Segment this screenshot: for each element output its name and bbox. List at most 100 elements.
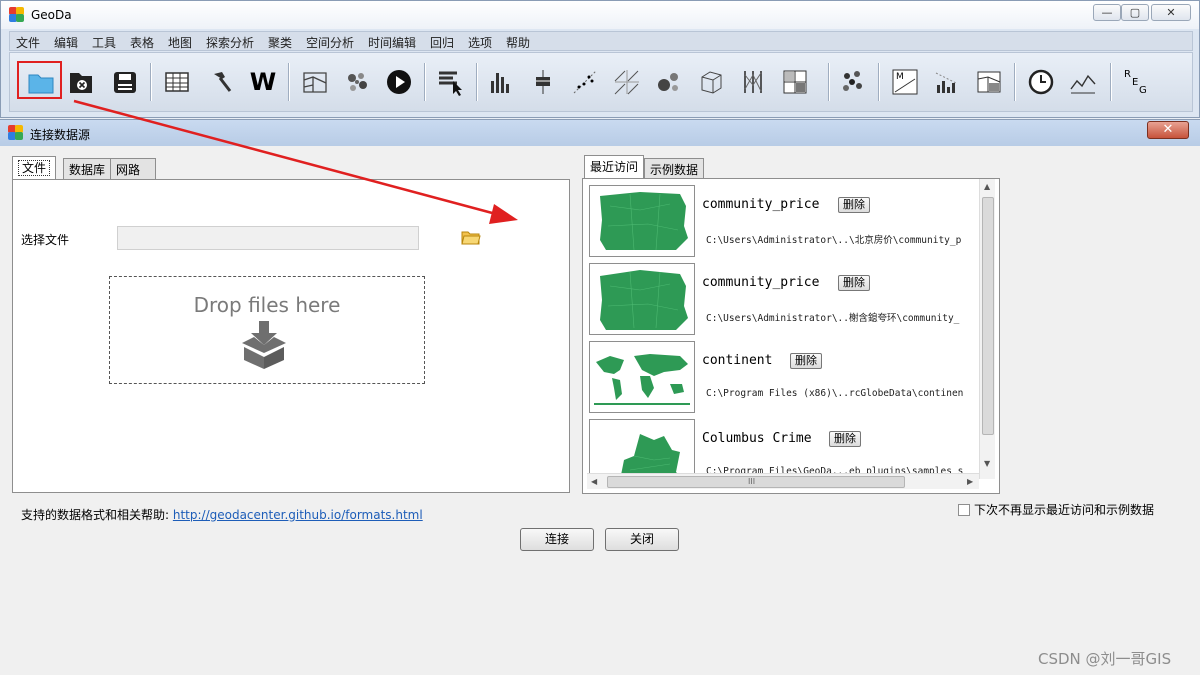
delete-button[interactable]: 删除 [790, 353, 822, 369]
select-icon[interactable] [436, 67, 466, 97]
delete-button[interactable]: 删除 [838, 197, 870, 213]
minimize-button[interactable]: — [1093, 4, 1121, 21]
recent-name: Columbus Crime [702, 431, 812, 446]
menu-table[interactable]: 表格 [130, 34, 154, 51]
histogram-icon[interactable] [486, 67, 516, 97]
cube-icon[interactable] [696, 67, 726, 97]
dialog-title-bar: 连接数据源 ✕ [0, 120, 1200, 146]
recent-name: community_price [702, 275, 820, 290]
main-window: GeoDa — ▢ ✕ 文件 编辑 工具 表格 地图 探索分析 聚类 空间分析 … [0, 0, 1200, 118]
menu-help[interactable]: 帮助 [506, 34, 530, 51]
conditional-map-icon[interactable] [780, 67, 810, 97]
svg-text:M: M [896, 72, 904, 82]
tab-recent[interactable]: 最近访问 [584, 155, 645, 178]
menu-map[interactable]: 地图 [168, 34, 192, 51]
checkbox-icon[interactable] [958, 504, 970, 516]
menu-options[interactable]: 选项 [468, 34, 492, 51]
scroll-right-icon[interactable]: ▶ [967, 477, 973, 486]
drop-zone[interactable]: Drop files here [109, 276, 425, 384]
menu-edit[interactable]: 编辑 [54, 34, 78, 51]
recent-item[interactable]: continent 删除 C:\Program Files (x86)\..rc… [589, 341, 971, 415]
menu-explore[interactable]: 探索分析 [206, 34, 254, 51]
formats-help-link[interactable]: http://geodacenter.github.io/formats.htm… [173, 508, 423, 522]
vertical-scroll-thumb[interactable] [982, 197, 994, 435]
file-path-input[interactable] [117, 226, 419, 250]
close-window-button[interactable]: ✕ [1151, 4, 1191, 21]
vertical-scrollbar[interactable]: ▲ ▼ [979, 179, 995, 479]
connect-button[interactable]: 连接 [520, 528, 594, 551]
menu-cluster[interactable]: 聚类 [268, 34, 292, 51]
close-file-icon[interactable] [66, 67, 96, 97]
map-thumbnail [589, 263, 695, 335]
bubble-icon[interactable] [654, 67, 684, 97]
dialog-close-button[interactable]: ✕ [1147, 121, 1189, 139]
regression-icon[interactable]: R E G [1120, 67, 1150, 97]
map-thumbnail [589, 341, 695, 413]
scroll-left-icon[interactable]: ◀ [591, 477, 597, 486]
recent-item[interactable]: Columbus Crime 删除 C:\Program Files\GeoDa… [589, 419, 971, 475]
menu-regression[interactable]: 回归 [430, 34, 454, 51]
parallel-coords-icon[interactable] [738, 67, 768, 97]
open-button-highlight [17, 61, 62, 99]
recent-name: continent [702, 353, 773, 368]
recent-item[interactable]: community_price 删除 C:\Users\Administrato… [589, 263, 971, 337]
hammer-icon[interactable] [206, 67, 236, 97]
clock-icon[interactable] [1026, 67, 1056, 97]
map-icon[interactable] [300, 67, 330, 97]
window-title: GeoDa [31, 8, 72, 22]
recent-name: community_price [702, 197, 820, 212]
scroll-grip-icon: III [748, 477, 756, 486]
recent-path: C:\Users\Administrator\..\北京房价\community… [706, 235, 962, 246]
drop-box-icon [238, 319, 290, 369]
close-button[interactable]: 关闭 [605, 528, 679, 551]
maximize-button[interactable]: ▢ [1121, 4, 1149, 21]
horizontal-scroll-thumb[interactable]: III [607, 476, 905, 488]
weights-icon[interactable]: W [248, 67, 278, 97]
geoda-logo-icon [9, 7, 25, 23]
boxplot-icon[interactable] [528, 67, 558, 97]
line-chart-icon[interactable] [1068, 67, 1098, 97]
tab-sample-data[interactable]: 示例数据 [644, 158, 705, 179]
scroll-up-icon[interactable]: ▲ [984, 182, 990, 191]
map-thumbnail [589, 419, 695, 475]
recent-path: C:\Program Files (x86)\..rcGlobeData\con… [706, 388, 964, 399]
drop-files-text: Drop files here [193, 293, 341, 317]
connect-datasource-dialog: 连接数据源 ✕ 文件 数据库 网路 选择文件 Drop files here 支… [0, 119, 1200, 675]
browse-folder-icon[interactable] [461, 228, 481, 246]
menu-bar: 文件 编辑 工具 表格 地图 探索分析 聚类 空间分析 时间编辑 回归 选项 帮… [9, 31, 1193, 51]
menu-tools[interactable]: 工具 [92, 34, 116, 51]
scatter-icon[interactable] [570, 67, 600, 97]
dialog-title: 连接数据源 [30, 128, 91, 142]
menu-spatial-analysis[interactable]: 空间分析 [306, 34, 354, 51]
help-text: 支持的数据格式和相关帮助: http://geodacenter.github.… [21, 508, 423, 522]
tab-web[interactable]: 网路 [110, 158, 156, 179]
tab-file[interactable]: 文件 [12, 156, 57, 179]
local-g-icon[interactable] [974, 67, 1004, 97]
tab-database[interactable]: 数据库 [63, 158, 112, 179]
file-tab-panel: 选择文件 Drop files here 支持的数据格式和相关帮助: http:… [12, 179, 570, 522]
watermark: CSDN @刘一哥GIS [1038, 650, 1172, 668]
choose-file-label: 选择文件 [21, 233, 70, 247]
recent-item[interactable]: community_price 删除 C:\Users\Administrato… [589, 185, 971, 259]
moran-icon[interactable]: M [890, 67, 920, 97]
menu-time-editor[interactable]: 时间编辑 [368, 34, 416, 51]
lisa-icon[interactable] [932, 67, 962, 97]
play-icon[interactable] [384, 67, 414, 97]
geoda-logo-icon [8, 125, 24, 141]
map-thumbnail [589, 185, 695, 257]
table-icon[interactable] [162, 67, 192, 97]
save-icon[interactable] [110, 67, 140, 97]
recent-path: C:\Users\Administrator\..榭含鎴夸环\community… [706, 313, 960, 324]
menu-file[interactable]: 文件 [16, 34, 40, 51]
dont-show-checkbox[interactable]: 下次不再显示最近访问和示例数据 [958, 501, 1154, 518]
delete-button[interactable]: 删除 [838, 275, 870, 291]
cluster-icon[interactable] [838, 67, 868, 97]
recent-files-panel: community_price 删除 C:\Users\Administrato… [582, 178, 1000, 494]
delete-button[interactable]: 删除 [829, 431, 861, 447]
cartogram-icon[interactable] [342, 67, 372, 97]
scroll-down-icon[interactable]: ▼ [984, 459, 990, 468]
title-bar: GeoDa — ▢ ✕ [1, 1, 1199, 29]
horizontal-scrollbar[interactable]: ◀ III ▶ [587, 473, 979, 489]
scatter-matrix-icon[interactable] [612, 67, 642, 97]
toolbar: W M R E G [9, 52, 1193, 112]
